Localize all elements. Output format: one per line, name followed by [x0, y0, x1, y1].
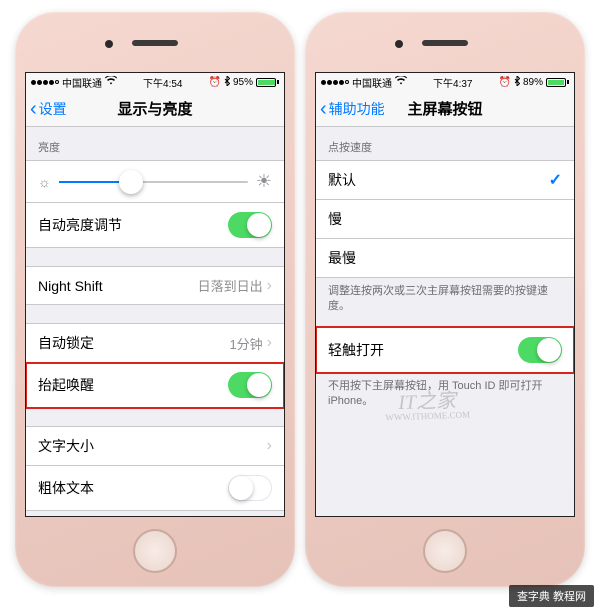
night-shift-cell[interactable]: Night Shift 日落到日出› — [26, 266, 284, 305]
navbar: ‹ 设置 显示与亮度 — [26, 91, 284, 127]
rest-finger-toggle[interactable] — [518, 337, 562, 363]
text-size-label: 文字大小 — [38, 436, 94, 456]
clock: 下午4:37 — [433, 75, 472, 90]
raise-to-wake-cell: 抬起唤醒 — [26, 363, 284, 408]
checkmark-icon: ✓ — [549, 170, 562, 190]
bluetooth-icon — [514, 76, 520, 89]
navbar: ‹ 辅助功能 主屏幕按钮 — [316, 91, 574, 127]
signal-icon — [321, 80, 349, 85]
chevron-right-icon: › — [267, 277, 272, 295]
bluetooth-icon — [224, 76, 230, 89]
speed-option-slow[interactable]: 慢 — [316, 200, 574, 239]
screen-home-button: 中国联通 下午4:37 ⏰ 89% ‹ — [315, 72, 575, 517]
section-header-click-speed: 点按速度 — [316, 127, 574, 160]
section-header-brightness: 亮度 — [26, 127, 284, 160]
battery-icon — [256, 78, 279, 87]
auto-lock-cell[interactable]: 自动锁定 1分钟 › — [26, 323, 284, 363]
battery-icon — [546, 78, 569, 87]
back-button[interactable]: ‹ 辅助功能 — [316, 99, 385, 119]
speed-option-label: 慢 — [328, 209, 342, 229]
home-button[interactable] — [423, 529, 467, 573]
auto-brightness-toggle[interactable] — [228, 212, 272, 238]
home-button[interactable] — [133, 529, 177, 573]
speed-option-label: 默认 — [328, 170, 356, 190]
status-bar: 中国联通 下午4:54 ⏰ 95% — [26, 73, 284, 91]
night-shift-label: Night Shift — [38, 278, 103, 294]
sun-small-icon: ☼ — [38, 174, 51, 190]
auto-lock-label: 自动锁定 — [38, 333, 94, 353]
auto-lock-value: 1分钟 — [229, 334, 262, 353]
auto-brightness-cell: 自动亮度调节 — [26, 202, 284, 248]
sun-large-icon: ☀ — [256, 171, 272, 192]
chevron-left-icon: ‹ — [30, 99, 37, 119]
bold-text-label: 粗体文本 — [38, 478, 94, 498]
battery-pct: 95% — [233, 77, 253, 88]
auto-brightness-label: 自动亮度调节 — [38, 215, 122, 235]
bold-text-toggle[interactable] — [228, 475, 272, 501]
carrier-label: 中国联通 — [62, 75, 102, 90]
phone-right: 中国联通 下午4:37 ⏰ 89% ‹ — [305, 12, 585, 587]
rest-finger-footer: 不用按下主屏幕按钮，用 Touch ID 即可打开 iPhone。 — [316, 373, 574, 412]
speed-option-slowest[interactable]: 最慢 — [316, 239, 574, 278]
raise-to-wake-label: 抬起唤醒 — [38, 375, 94, 395]
battery-pct: 89% — [523, 77, 543, 88]
chevron-left-icon: ‹ — [320, 99, 327, 119]
status-bar: 中国联通 下午4:37 ⏰ 89% — [316, 73, 574, 91]
clock: 下午4:54 — [143, 75, 182, 90]
chevron-right-icon: › — [267, 334, 272, 352]
back-label: 辅助功能 — [329, 99, 385, 119]
speed-option-default[interactable]: 默认 ✓ — [316, 160, 574, 200]
alarm-icon: ⏰ — [209, 77, 221, 88]
night-shift-value: 日落到日出 — [198, 276, 263, 295]
source-badge: 查字典 教程网 — [509, 585, 594, 607]
screen-display-brightness: 中国联通 下午4:54 ⏰ 95% ‹ — [25, 72, 285, 517]
chevron-right-icon: › — [267, 437, 272, 455]
section-header-zoom: 放大显示 — [26, 511, 284, 516]
carrier-label: 中国联通 — [352, 75, 392, 90]
wifi-icon — [105, 76, 117, 88]
alarm-icon: ⏰ — [499, 77, 511, 88]
text-size-cell[interactable]: 文字大小 › — [26, 426, 284, 466]
rest-finger-label: 轻触打开 — [328, 340, 384, 360]
bold-text-cell: 粗体文本 — [26, 466, 284, 511]
brightness-slider[interactable] — [59, 181, 248, 183]
phone-left: 中国联通 下午4:54 ⏰ 95% ‹ — [15, 12, 295, 587]
speed-option-label: 最慢 — [328, 248, 356, 268]
brightness-slider-cell: ☼ ☀ — [26, 160, 284, 202]
wifi-icon — [395, 76, 407, 88]
back-label: 设置 — [39, 99, 67, 119]
raise-to-wake-toggle[interactable] — [228, 372, 272, 398]
rest-finger-cell: 轻触打开 — [316, 327, 574, 373]
click-speed-footer: 调整连按两次或三次主屏幕按钮需要的按键速度。 — [316, 278, 574, 317]
back-button[interactable]: ‹ 设置 — [26, 99, 67, 119]
signal-icon — [31, 80, 59, 85]
